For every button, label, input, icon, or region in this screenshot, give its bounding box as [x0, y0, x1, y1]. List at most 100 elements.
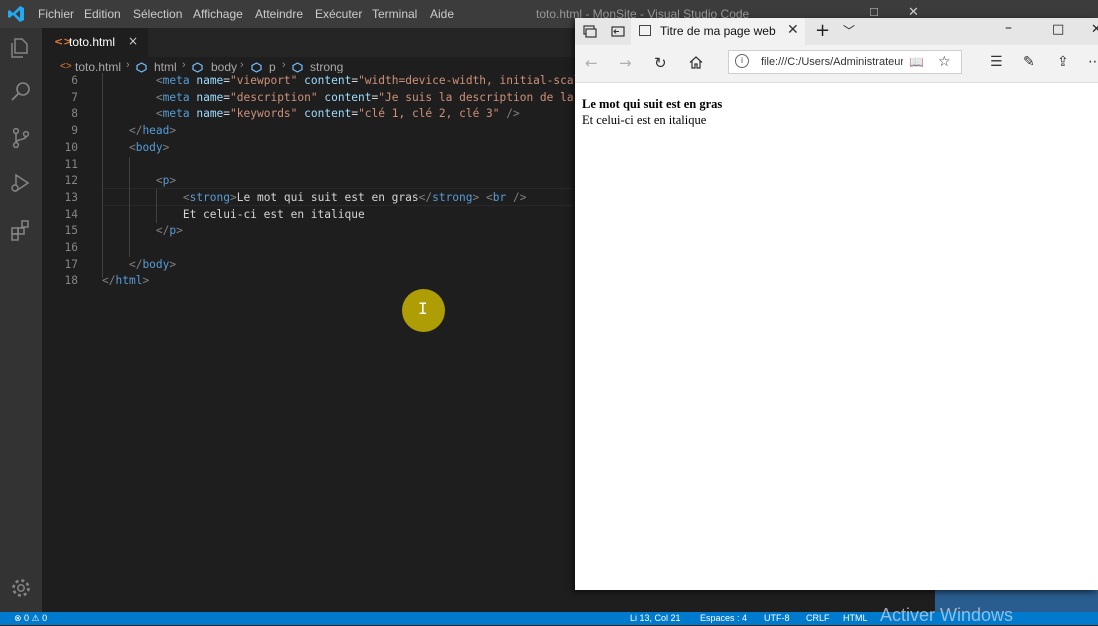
- settings-gear-icon[interactable]: [9, 576, 33, 600]
- minimize-icon[interactable]: –: [1005, 20, 1012, 36]
- chevron-right-icon: ›: [282, 59, 286, 71]
- menu-executer[interactable]: Exécuter: [315, 7, 362, 21]
- code-token: >: [169, 174, 177, 188]
- line-number: 12: [64, 174, 78, 188]
- page-text-line: Et celui-ci est en italique: [582, 113, 707, 127]
- code-token: content: [324, 90, 372, 104]
- web-note-pen-icon[interactable]: ✎: [1023, 54, 1035, 70]
- search-icon[interactable]: [9, 80, 33, 104]
- back-arrow-icon[interactable]: ←: [585, 54, 598, 72]
- code-token: />: [506, 190, 527, 204]
- menu-aide[interactable]: Aide: [430, 7, 454, 21]
- breadcrumb-p[interactable]: p: [269, 60, 276, 74]
- menu-affichage[interactable]: Affichage: [193, 7, 243, 21]
- site-info-icon[interactable]: i: [735, 54, 749, 68]
- breadcrumb-file[interactable]: toto.html: [75, 60, 121, 74]
- code-line: </head>: [102, 123, 176, 140]
- home-icon[interactable]: [689, 56, 703, 69]
- code-line: <meta name="keywords" content="clé 1, cl…: [102, 106, 520, 123]
- close-tab-icon[interactable]: ✕: [787, 22, 799, 38]
- code-line: <strong>Le mot qui suit est en gras</str…: [102, 190, 527, 207]
- chevron-down-icon[interactable]: ﹀: [843, 22, 855, 39]
- code-token: />: [499, 107, 520, 121]
- more-options-icon[interactable]: ⋯: [1088, 54, 1098, 70]
- close-tab-icon[interactable]: ×: [128, 34, 138, 48]
- cursor-position[interactable]: Li 13, Col 21: [630, 613, 681, 623]
- menu-edition[interactable]: Edition: [84, 7, 121, 21]
- breadcrumb-body[interactable]: body: [211, 60, 237, 74]
- breadcrumb-strong[interactable]: strong: [310, 60, 343, 74]
- browser-tab-strip: Titre de ma page web ✕ + ﹀ – □ ✕: [575, 18, 1098, 45]
- code-token: <: [486, 190, 493, 204]
- extensions-icon[interactable]: [9, 218, 33, 242]
- code-token: >: [169, 257, 177, 271]
- code-token: </: [128, 124, 143, 138]
- reading-view-icon[interactable]: 📖: [909, 55, 924, 69]
- breadcrumb-html[interactable]: html: [154, 60, 177, 74]
- symbol-element-icon: [251, 62, 262, 73]
- source-control-icon[interactable]: [9, 126, 33, 150]
- end-of-line[interactable]: CRLF: [806, 613, 830, 623]
- symbol-element-icon: [192, 62, 203, 73]
- maximize-icon[interactable]: □: [870, 4, 878, 19]
- page-icon: [639, 25, 651, 36]
- line-number: 8: [71, 107, 78, 121]
- code-token: "keywords": [230, 107, 298, 121]
- forward-arrow-icon[interactable]: →: [619, 54, 632, 72]
- menu-fichier[interactable]: Fichier: [38, 7, 74, 21]
- line-number: 13: [64, 190, 78, 204]
- tab-manager-icon[interactable]: [583, 25, 597, 38]
- vscode-logo-icon: [8, 6, 24, 22]
- explorer-icon[interactable]: [9, 36, 33, 60]
- edge-browser-window: Titre de ma page web ✕ + ﹀ – □ ✕ ← → ↻ i…: [575, 18, 1098, 590]
- line-number: 7: [71, 90, 78, 104]
- line-number: 18: [64, 274, 78, 288]
- code-line: <meta name="viewport" content="width=dev…: [102, 73, 575, 90]
- favorites-hub-icon[interactable]: ☰: [990, 54, 1003, 70]
- menu-terminal[interactable]: Terminal: [372, 7, 417, 21]
- code-token: meta: [162, 74, 190, 87]
- refresh-icon[interactable]: ↻: [654, 54, 667, 72]
- code-token: >: [176, 224, 183, 238]
- line-number: 16: [64, 241, 78, 254]
- code-editor[interactable]: 6 7 8 9 10 11 12 13 14 15 16 17 18 <meta name="viewp…: [42, 73, 575, 601]
- code-token: head: [142, 124, 170, 138]
- encoding[interactable]: UTF-8: [764, 613, 790, 623]
- run-debug-icon[interactable]: [9, 171, 33, 195]
- code-token: strong: [432, 190, 473, 204]
- browser-tab[interactable]: Titre de ma page web ✕: [631, 18, 805, 45]
- code-line: <meta name="description" content="Je sui…: [102, 90, 575, 107]
- chevron-right-icon: ›: [126, 59, 130, 71]
- rendered-web-page: Le mot qui suit est en gras Et celui-ci …: [575, 83, 1098, 590]
- code-token: br: [492, 190, 507, 204]
- code-token: "description": [230, 90, 318, 104]
- editor-tab-bar: <> toto.html ×: [42, 28, 582, 57]
- code-token: </: [102, 274, 116, 288]
- problems-indicator[interactable]: ⊗ 0 ⚠ 0: [14, 613, 47, 624]
- share-icon[interactable]: ⇪: [1057, 54, 1069, 70]
- maximize-icon[interactable]: □: [1052, 22, 1064, 37]
- address-bar[interactable]: i file:///C:/Users/Administrateur/Deskto…: [728, 50, 962, 74]
- code-token: "Je suis la description de la page": [378, 90, 574, 104]
- menu-atteindre[interactable]: Atteindre: [255, 7, 303, 21]
- tab-toto-html[interactable]: <> toto.html ×: [42, 28, 148, 57]
- chevron-right-icon: ›: [240, 59, 244, 71]
- code-line: </html>: [102, 273, 149, 290]
- set-tabs-aside-icon[interactable]: [611, 25, 625, 38]
- new-tab-icon[interactable]: +: [815, 20, 830, 41]
- close-window-icon[interactable]: ✕: [1091, 22, 1098, 37]
- code-token: <: [155, 107, 163, 121]
- line-number: 11: [64, 157, 78, 171]
- language-mode[interactable]: HTML: [843, 613, 868, 623]
- menu-selection[interactable]: Sélection: [133, 7, 182, 21]
- line-number: 17: [64, 257, 78, 271]
- code-token: html: [115, 274, 143, 288]
- indentation-setting[interactable]: Espaces : 4: [700, 613, 747, 623]
- url-text[interactable]: file:///C:/Users/Administrateur/Desktop/…: [761, 56, 903, 68]
- favorite-star-icon[interactable]: ☆: [938, 54, 951, 70]
- code-line: <p>: [102, 173, 176, 190]
- code-token: strong: [189, 190, 230, 204]
- browser-toolbar: ← → ↻ i file:///C:/Users/Administrateur/…: [575, 45, 1098, 83]
